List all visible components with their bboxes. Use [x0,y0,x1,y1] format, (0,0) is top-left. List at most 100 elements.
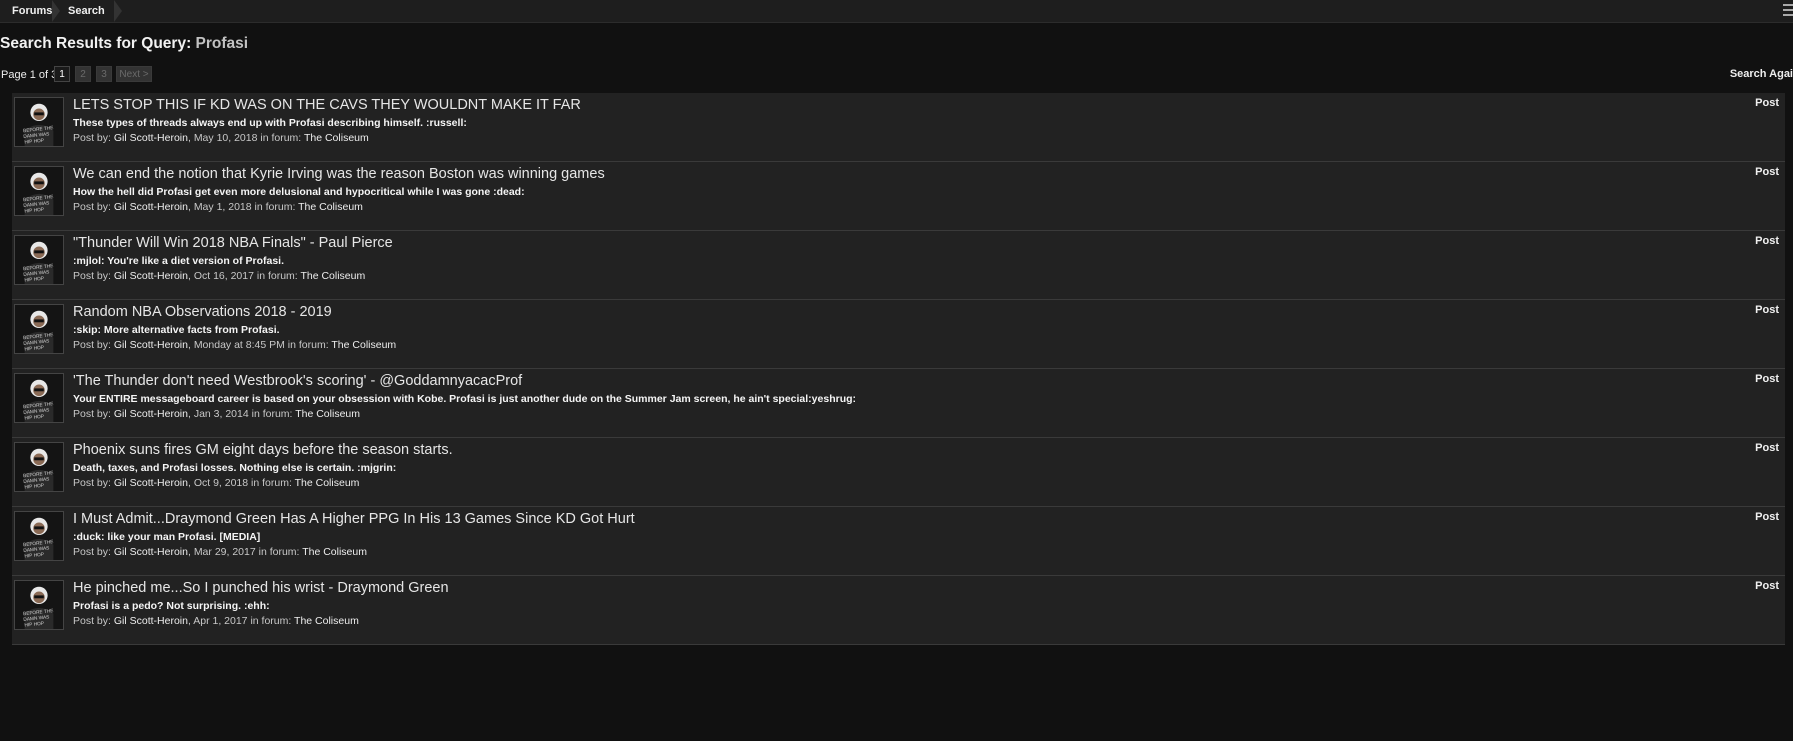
avatar-image [15,167,63,215]
result-title-link[interactable]: Random NBA Observations 2018 - 2019 [73,304,332,320]
page-button-2[interactable]: 2 [75,66,91,82]
result-snippet: Death, taxes, and Profasi losses. Nothin… [73,462,397,474]
result-meta: Post by: Gil Scott-Heroin, Oct 9, 2018 i… [73,477,360,489]
author-link[interactable]: Gil Scott-Heroin [114,201,188,213]
forum-link[interactable]: The Coliseum [294,615,359,627]
user-avatar[interactable] [14,97,64,147]
result-title-link[interactable]: Phoenix suns fires GM eight days before … [73,442,453,458]
search-result-row: I Must Admit...Draymond Green Has A High… [12,507,1785,576]
post-date: May 10, 2018 [193,132,258,144]
meta-prefix: Post by: [73,477,111,489]
forum-prefix: in forum: [251,477,292,489]
author-link[interactable]: Gil Scott-Heroin [114,132,188,144]
meta-prefix: Post by: [73,615,111,627]
author-link[interactable]: Gil Scott-Heroin [114,339,188,351]
forum-prefix: in forum: [251,408,293,420]
meta-prefix: Post by: [73,408,111,420]
forum-link[interactable]: The Coliseum [298,201,363,213]
user-avatar[interactable] [14,511,64,561]
result-meta: Post by: Gil Scott-Heroin, Oct 16, 2017 … [73,270,366,282]
forum-link[interactable]: The Coliseum [295,477,360,489]
forum-link[interactable]: The Coliseum [304,132,369,144]
content-type-label: Post [1755,373,1779,385]
content-type-label: Post [1755,580,1779,592]
user-avatar[interactable] [14,442,64,492]
meta-prefix: Post by: [73,339,111,351]
search-again-link[interactable]: Search Agai [1730,68,1793,80]
forum-prefix: in forum: [287,339,329,351]
user-avatar[interactable] [14,580,64,630]
page-button-1[interactable]: 1 [54,66,70,82]
avatar-image [15,236,63,284]
post-date: Mar 29, 2017 [193,546,256,558]
author-link[interactable]: Gil Scott-Heroin [114,546,188,558]
post-date: Oct 16, 2017 [193,270,254,282]
page-title: Search Results for Query: Profasi [0,35,248,53]
content-type-label: Post [1755,304,1779,316]
breadcrumb-search[interactable]: Search [56,0,105,22]
breadcrumb: Forums Search [0,0,1793,23]
author-link[interactable]: Gil Scott-Heroin [114,408,188,420]
author-link[interactable]: Gil Scott-Heroin [114,477,188,489]
forum-prefix: in forum: [256,270,298,282]
result-snippet: Profasi is a pedo? Not surprising. :ehh: [73,600,270,612]
result-title-link[interactable]: We can end the notion that Kyrie Irving … [73,166,605,182]
forum-link[interactable]: The Coliseum [302,546,367,558]
search-query: Profasi [195,35,249,52]
result-title-link[interactable]: I Must Admit...Draymond Green Has A High… [73,511,635,527]
result-title-link[interactable]: "Thunder Will Win 2018 NBA Finals" - Pau… [73,235,393,251]
page-title-prefix: Search Results for Query: [0,35,192,52]
post-date: Monday at 8:45 PM [193,339,285,351]
content-type-label: Post [1755,166,1779,178]
result-title-link[interactable]: He pinched me...So I punched his wrist -… [73,580,449,596]
author-link[interactable]: Gil Scott-Heroin [114,615,188,627]
forum-link[interactable]: The Coliseum [300,270,365,282]
avatar-image [15,374,63,422]
result-meta: Post by: Gil Scott-Heroin, May 1, 2018 i… [73,201,363,213]
meta-prefix: Post by: [73,132,111,144]
avatar-image [15,98,63,146]
page-count-label: Page 1 of 3 [1,69,58,81]
content-type-label: Post [1755,442,1779,454]
result-meta: Post by: Gil Scott-Heroin, Mar 29, 2017 … [73,546,367,558]
avatar-image [15,581,63,629]
author-link[interactable]: Gil Scott-Heroin [114,270,188,282]
forum-link[interactable]: The Coliseum [295,408,360,420]
next-page-button[interactable]: Next > [116,66,152,82]
search-result-row: 'The Thunder don't need Westbrook's scor… [12,369,1785,438]
content-type-label: Post [1755,235,1779,247]
user-avatar[interactable] [14,304,64,354]
result-meta: Post by: Gil Scott-Heroin, May 10, 2018 … [73,132,369,144]
user-avatar[interactable] [14,235,64,285]
result-title-link[interactable]: 'The Thunder don't need Westbrook's scor… [73,373,522,389]
forum-prefix: in forum: [258,546,300,558]
meta-prefix: Post by: [73,270,111,282]
result-snippet: How the hell did Profasi get even more d… [73,186,525,198]
meta-prefix: Post by: [73,546,111,558]
hamburger-menu-icon[interactable] [1783,4,1793,18]
forum-prefix: in forum: [250,615,292,627]
result-snippet: Your ENTIRE messageboard career is based… [73,393,857,405]
result-snippet: :mjlol: You're like a diet version of Pr… [73,255,284,267]
page-button-3[interactable]: 3 [96,66,112,82]
result-title-link[interactable]: LETS STOP THIS IF KD WAS ON THE CAVS THE… [73,97,581,113]
avatar-image [15,305,63,353]
breadcrumb-forums[interactable]: Forums [0,0,52,22]
search-result-row: Phoenix suns fires GM eight days before … [12,438,1785,507]
user-avatar[interactable] [14,166,64,216]
post-date: May 1, 2018 [193,201,252,213]
content-type-label: Post [1755,511,1779,523]
result-snippet: These types of threads always end up wit… [73,117,467,129]
forum-prefix: in forum: [254,201,296,213]
forum-link[interactable]: The Coliseum [331,339,396,351]
search-result-row: We can end the notion that Kyrie Irving … [12,162,1785,231]
result-meta: Post by: Gil Scott-Heroin, Monday at 8:4… [73,339,397,351]
result-meta: Post by: Gil Scott-Heroin, Apr 1, 2017 i… [73,615,359,627]
user-avatar[interactable] [14,373,64,423]
breadcrumb-separator-icon [114,0,122,22]
post-date: Jan 3, 2014 [193,408,249,420]
avatar-image [15,443,63,491]
post-date: Apr 1, 2017 [193,615,248,627]
result-snippet: :skip: More alternative facts from Profa… [73,324,280,336]
result-meta: Post by: Gil Scott-Heroin, Jan 3, 2014 i… [73,408,360,420]
